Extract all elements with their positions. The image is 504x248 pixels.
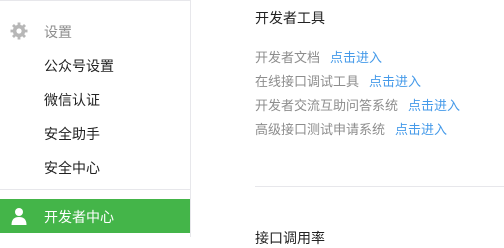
sidebar-item-security-assistant[interactable]: 安全助手 <box>44 124 100 144</box>
sidebar: 设置 公众号设置 微信认证 安全助手 安全中心 开发者中心 <box>0 0 191 237</box>
developer-tools-title: 开发者工具 <box>255 11 325 27</box>
settings-section-header: 设置 <box>0 16 190 46</box>
sidebar-item-developer-center[interactable]: 开发者中心 <box>0 199 190 233</box>
tool-enter-link[interactable]: 点击进入 <box>408 99 460 114</box>
tool-name: 高级接口测试申请系统 <box>255 123 386 138</box>
sidebar-item-wechat-verification[interactable]: 微信认证 <box>44 90 100 110</box>
sidebar-top-divider <box>0 0 190 1</box>
sidebar-item-label: 开发者中心 <box>44 210 114 226</box>
tool-row: 在线接口调试工具 点击进入 <box>255 71 421 90</box>
user-icon <box>11 208 27 225</box>
tool-row: 高级接口测试申请系统 点击进入 <box>255 119 447 138</box>
sidebar-item-security-center[interactable]: 安全中心 <box>44 158 100 178</box>
main-content: 开发者工具 开发者文档 点击进入 在线接口调试工具 点击进入 开发者交流互助问答系统… <box>191 0 504 247</box>
tool-name: 开发者文档 <box>255 51 321 66</box>
api-call-rate-title: 接口调用率 <box>255 231 325 247</box>
tool-name: 在线接口调试工具 <box>255 75 360 90</box>
tool-enter-link[interactable]: 点击进入 <box>395 123 447 138</box>
tool-row: 开发者交流互助问答系统 点击进入 <box>255 95 460 114</box>
sidebar-item-account-settings[interactable]: 公众号设置 <box>44 56 114 76</box>
settings-section-label: 设置 <box>44 25 72 41</box>
sidebar-divider <box>0 189 190 190</box>
tool-name: 开发者交流互助问答系统 <box>255 99 399 114</box>
main-divider <box>255 186 504 187</box>
tool-enter-link[interactable]: 点击进入 <box>369 75 421 90</box>
tool-enter-link[interactable]: 点击进入 <box>330 51 382 66</box>
gear-icon <box>10 22 28 40</box>
tool-row: 开发者文档 点击进入 <box>255 47 382 66</box>
